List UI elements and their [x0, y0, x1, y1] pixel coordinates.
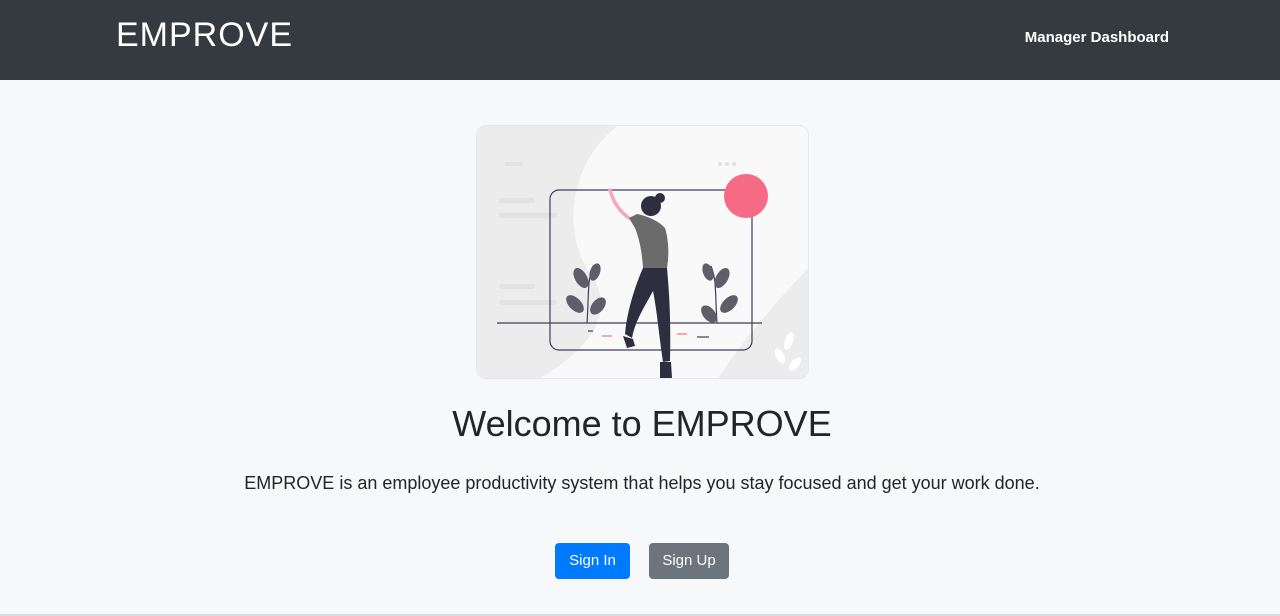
page-subtitle: EMPROVE is an employee productivity syst…	[244, 473, 1040, 493]
navbar: EMPROVE Manager Dashboard	[0, 0, 1280, 80]
manager-dashboard-link[interactable]: Manager Dashboard	[1025, 28, 1169, 48]
page-title: Welcome to EMPROVE	[452, 403, 832, 444]
brand-logo[interactable]: EMPROVE	[116, 14, 293, 56]
sign-up-button[interactable]: Sign Up	[649, 543, 729, 579]
sign-in-button[interactable]: Sign In	[555, 543, 630, 579]
hero-illustration	[476, 125, 809, 379]
person-at-whiteboard-illustration	[477, 126, 808, 378]
